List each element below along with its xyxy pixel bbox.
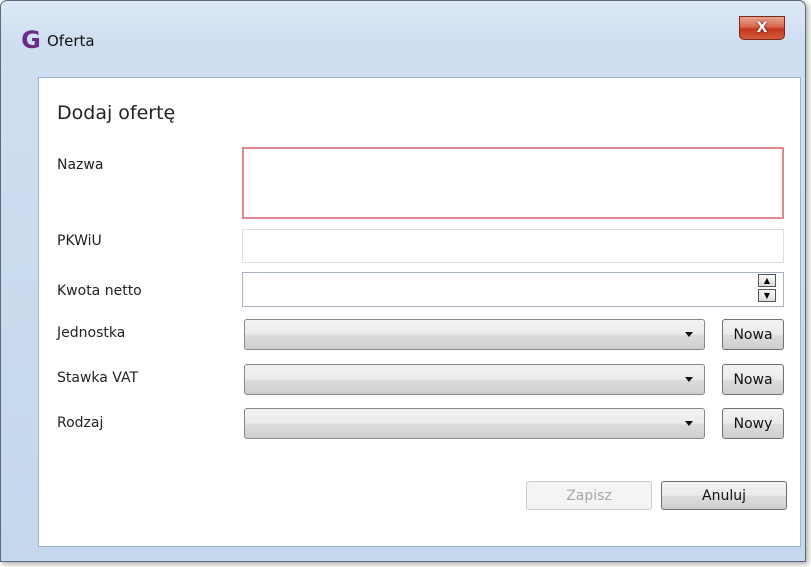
spin-down-icon: ▼ (763, 291, 771, 300)
chevron-down-icon (685, 377, 693, 382)
cancel-button[interactable]: Anuluj (661, 481, 787, 510)
save-button[interactable]: Zapisz (526, 481, 652, 510)
add-stawka-vat-button[interactable]: Nowa (722, 364, 784, 395)
stawka-vat-label: Stawka VAT (57, 370, 139, 386)
rodzaj-label: Rodzaj (57, 415, 104, 431)
add-jednostka-button[interactable]: Nowa (722, 319, 784, 350)
chevron-down-icon (685, 421, 693, 426)
kwota-netto-label: Kwota netto (57, 283, 142, 299)
spin-down-button[interactable]: ▼ (758, 289, 776, 302)
jednostka-select[interactable] (244, 319, 705, 350)
jednostka-label: Jednostka (57, 325, 126, 341)
window-title: Oferta (47, 32, 95, 50)
nazwa-label: Nazwa (57, 157, 104, 173)
close-button[interactable]: X (739, 16, 785, 40)
nazwa-field[interactable] (242, 147, 784, 219)
page-title: Dodaj ofertę (57, 102, 176, 124)
chevron-down-icon (685, 332, 693, 337)
kwota-netto-spinner[interactable]: ▲ ▼ (758, 274, 778, 304)
app-logo-icon: G (21, 26, 41, 54)
pkwiu-field[interactable] (242, 229, 784, 263)
title-bar[interactable]: G Oferta X (1, 1, 805, 63)
rodzaj-select[interactable] (244, 408, 705, 439)
spin-up-button[interactable]: ▲ (758, 274, 776, 287)
spin-up-icon: ▲ (763, 276, 771, 285)
add-rodzaj-button[interactable]: Nowy (722, 408, 784, 439)
pkwiu-label: PKWiU (57, 233, 102, 249)
close-icon: X (756, 20, 768, 36)
stawka-vat-select[interactable] (244, 364, 705, 395)
kwota-netto-field[interactable] (242, 272, 784, 307)
